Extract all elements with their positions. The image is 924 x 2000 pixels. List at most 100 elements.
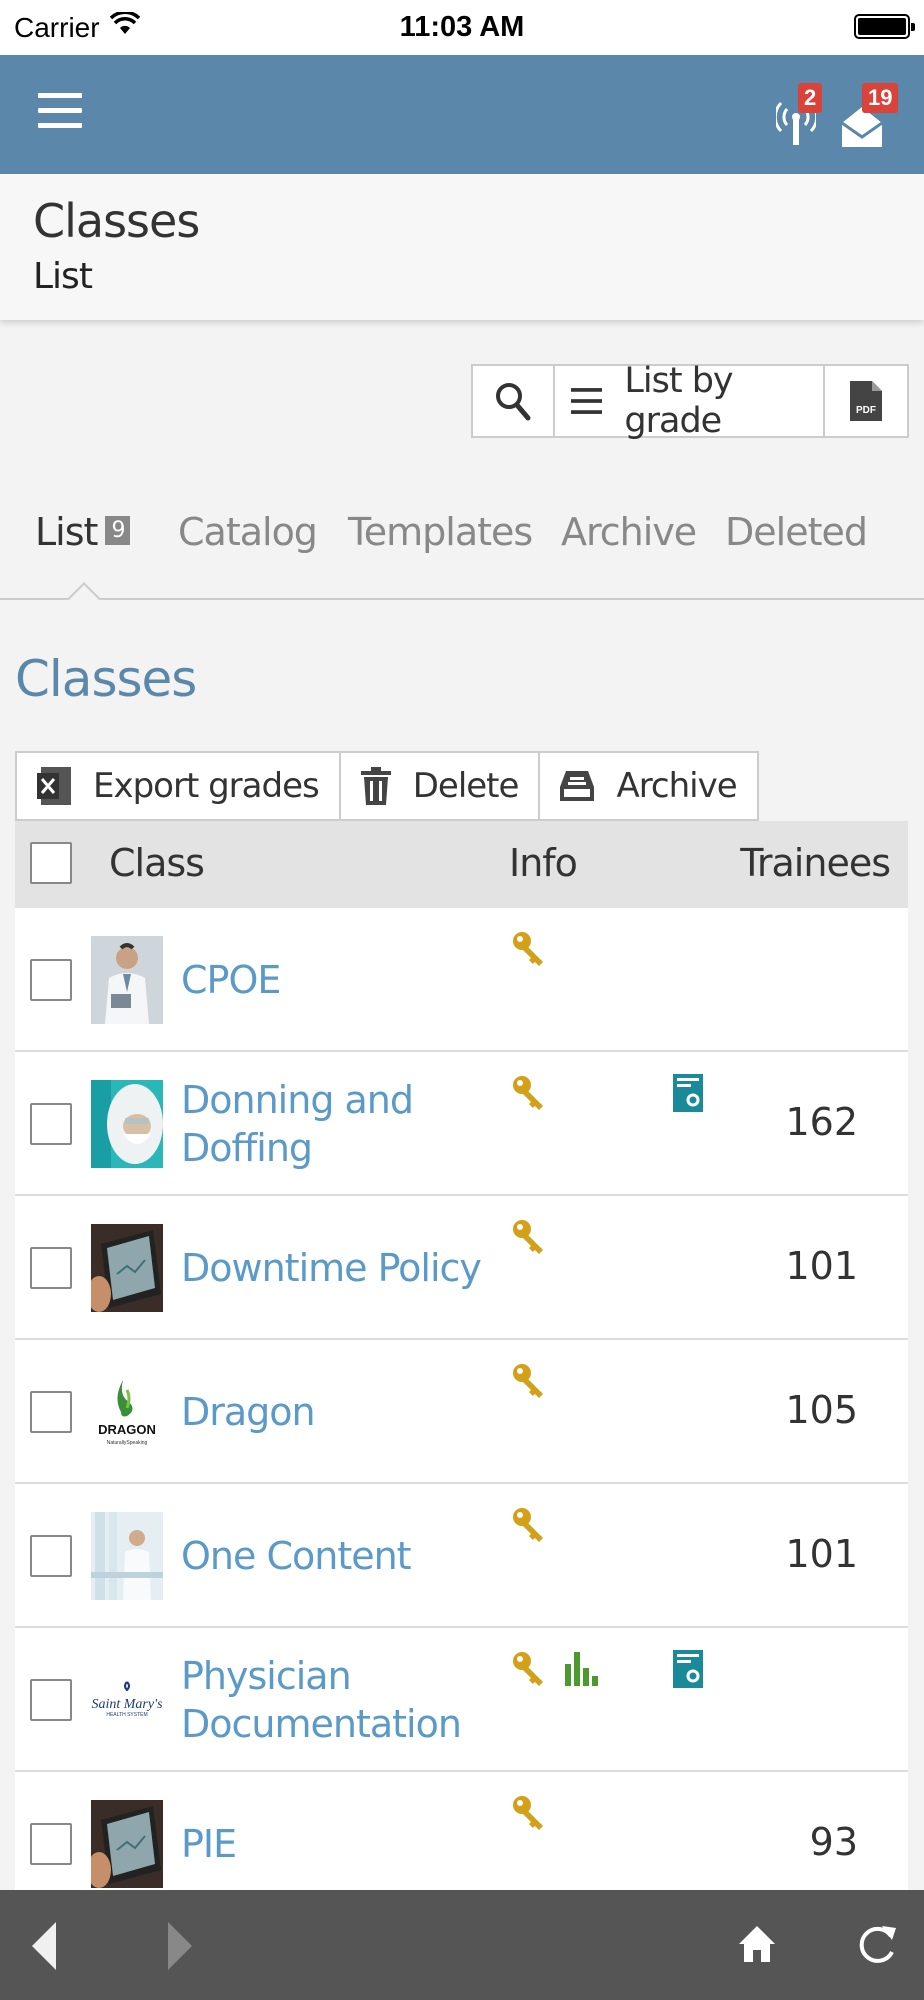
menu-icon[interactable] <box>38 93 82 133</box>
delete-label: Delete <box>412 766 520 806</box>
archive-button[interactable]: Archive <box>538 751 759 821</box>
reload-button[interactable] <box>858 1922 898 1971</box>
row-checkbox[interactable] <box>30 1391 72 1433</box>
key-icon[interactable] <box>511 1650 545 1693</box>
row-checkbox[interactable] <box>30 1247 72 1289</box>
class-tabs: List 9 Catalog Templates Archive Deleted <box>0 500 924 600</box>
table-row: Donning and Doffing 162 <box>15 1052 908 1196</box>
bulk-actions: Export grades Delete Archive <box>15 751 759 821</box>
pdf-icon-label: PDF <box>856 405 876 416</box>
clock: 11:03 AM <box>399 11 525 43</box>
app-header: 2 19 <box>0 55 924 174</box>
stmary-logo-text: Saint Mary's <box>91 1697 163 1712</box>
mail-badge: 19 <box>862 83 899 113</box>
list-by-grade-button[interactable]: List by grade <box>555 361 825 441</box>
tab-deleted[interactable]: Deleted <box>725 510 868 554</box>
select-all-checkbox[interactable] <box>30 842 72 884</box>
list-icon <box>571 388 603 414</box>
column-trainees[interactable]: Trainees <box>740 841 891 885</box>
table-row: One Content 101 <box>15 1484 908 1628</box>
class-thumbnail <box>91 936 163 1024</box>
search-icon <box>496 383 531 421</box>
battery-icon <box>854 14 915 39</box>
class-name-link[interactable]: Donning and Doffing <box>181 1076 414 1172</box>
tab-list-label: List <box>35 510 98 554</box>
signal-badge: 2 <box>798 83 823 113</box>
home-button[interactable] <box>738 1924 776 1969</box>
table-row: Downtime Policy 101 <box>15 1196 908 1340</box>
class-thumbnail: DRAGON NaturallySpeaking <box>91 1368 163 1456</box>
back-button[interactable] <box>30 1920 60 1977</box>
table-row: CPOE <box>15 908 908 1052</box>
archive-label: Archive <box>616 766 737 806</box>
section-title: Classes <box>15 650 197 708</box>
class-name-link[interactable]: Dragon <box>181 1388 316 1436</box>
class-thumbnail: Saint Mary's HEALTH SYSTEM <box>91 1656 163 1744</box>
document-icon[interactable] <box>671 1074 705 1117</box>
page-header: Classes List <box>0 174 924 320</box>
column-info: Info <box>509 841 578 885</box>
tab-catalog[interactable]: Catalog <box>178 510 318 554</box>
column-class[interactable]: Class <box>109 841 205 885</box>
class-thumbnail <box>91 1512 163 1600</box>
class-name-link[interactable]: CPOE <box>181 956 281 1004</box>
delete-button[interactable]: Delete <box>338 751 539 821</box>
document-icon[interactable] <box>671 1650 705 1693</box>
home-icon <box>739 1926 775 1962</box>
class-thumbnail <box>91 1080 163 1168</box>
class-name-link[interactable]: Physician Documentation <box>181 1652 462 1748</box>
excel-icon <box>37 767 71 805</box>
trash-icon <box>360 767 391 805</box>
table-header: Class Info Trainees <box>15 821 908 908</box>
key-icon[interactable] <box>511 1074 545 1117</box>
reload-icon <box>859 1926 896 1963</box>
status-bar: Carrier 11:03 AM <box>0 0 924 55</box>
key-icon[interactable] <box>511 1794 545 1837</box>
back-arrow-icon <box>32 1922 56 1970</box>
page-title: Classes <box>33 194 200 248</box>
tab-list[interactable]: List 9 <box>35 510 131 554</box>
class-name-link[interactable]: Downtime Policy <box>181 1244 482 1292</box>
key-icon[interactable] <box>511 1506 545 1549</box>
tab-list-count: 9 <box>105 516 131 545</box>
classes-table: Class Info Trainees CPOE Donning and Doff… <box>15 821 908 1916</box>
list-toolbar: List by grade PDF <box>471 361 909 441</box>
list-by-grade-label: List by grade <box>624 361 733 441</box>
key-icon[interactable] <box>511 1218 545 1261</box>
row-checkbox[interactable] <box>30 959 72 1001</box>
trainee-count: 93 <box>809 1820 858 1864</box>
export-grades-button[interactable]: Export grades <box>15 751 339 821</box>
forward-arrow-icon <box>168 1922 192 1970</box>
row-checkbox[interactable] <box>30 1679 72 1721</box>
class-thumbnail <box>91 1800 163 1888</box>
messages-button[interactable]: 19 <box>840 83 899 154</box>
key-icon[interactable] <box>511 930 545 973</box>
class-name-link[interactable]: PIE <box>181 1820 237 1868</box>
dragon-logo-text: DRAGON <box>98 1422 156 1437</box>
stmary-logo-subtext: HEALTH SYSTEM <box>106 1712 147 1718</box>
trainee-count: 101 <box>785 1532 858 1576</box>
dragon-logo-subtext: NaturallySpeaking <box>107 1440 148 1446</box>
table-row: Saint Mary's HEALTH SYSTEM Physician Docu… <box>15 1628 908 1772</box>
row-checkbox[interactable] <box>30 1535 72 1577</box>
row-checkbox[interactable] <box>30 1103 72 1145</box>
key-icon[interactable] <box>511 1362 545 1405</box>
statistics-icon[interactable] <box>563 1650 599 1693</box>
tab-templates[interactable]: Templates <box>348 510 533 554</box>
signal-notifications-button[interactable]: 2 <box>773 83 823 160</box>
trainee-count: 105 <box>785 1388 858 1432</box>
page-subtitle: List <box>33 256 93 297</box>
tab-archive[interactable]: Archive <box>561 510 697 554</box>
search-button[interactable] <box>473 366 555 436</box>
forward-button[interactable] <box>164 1920 194 1977</box>
trainee-count: 101 <box>785 1244 858 1288</box>
table-row: DRAGON NaturallySpeaking Dragon 105 <box>15 1340 908 1484</box>
export-grades-label: Export grades <box>93 766 320 806</box>
class-name-link[interactable]: One Content <box>181 1532 412 1580</box>
archive-icon <box>560 771 595 801</box>
class-thumbnail <box>91 1224 163 1312</box>
row-checkbox[interactable] <box>30 1823 72 1865</box>
browser-nav-bar <box>0 1890 924 2000</box>
trainee-count: 162 <box>785 1100 858 1144</box>
pdf-export-button[interactable]: PDF <box>825 366 907 436</box>
